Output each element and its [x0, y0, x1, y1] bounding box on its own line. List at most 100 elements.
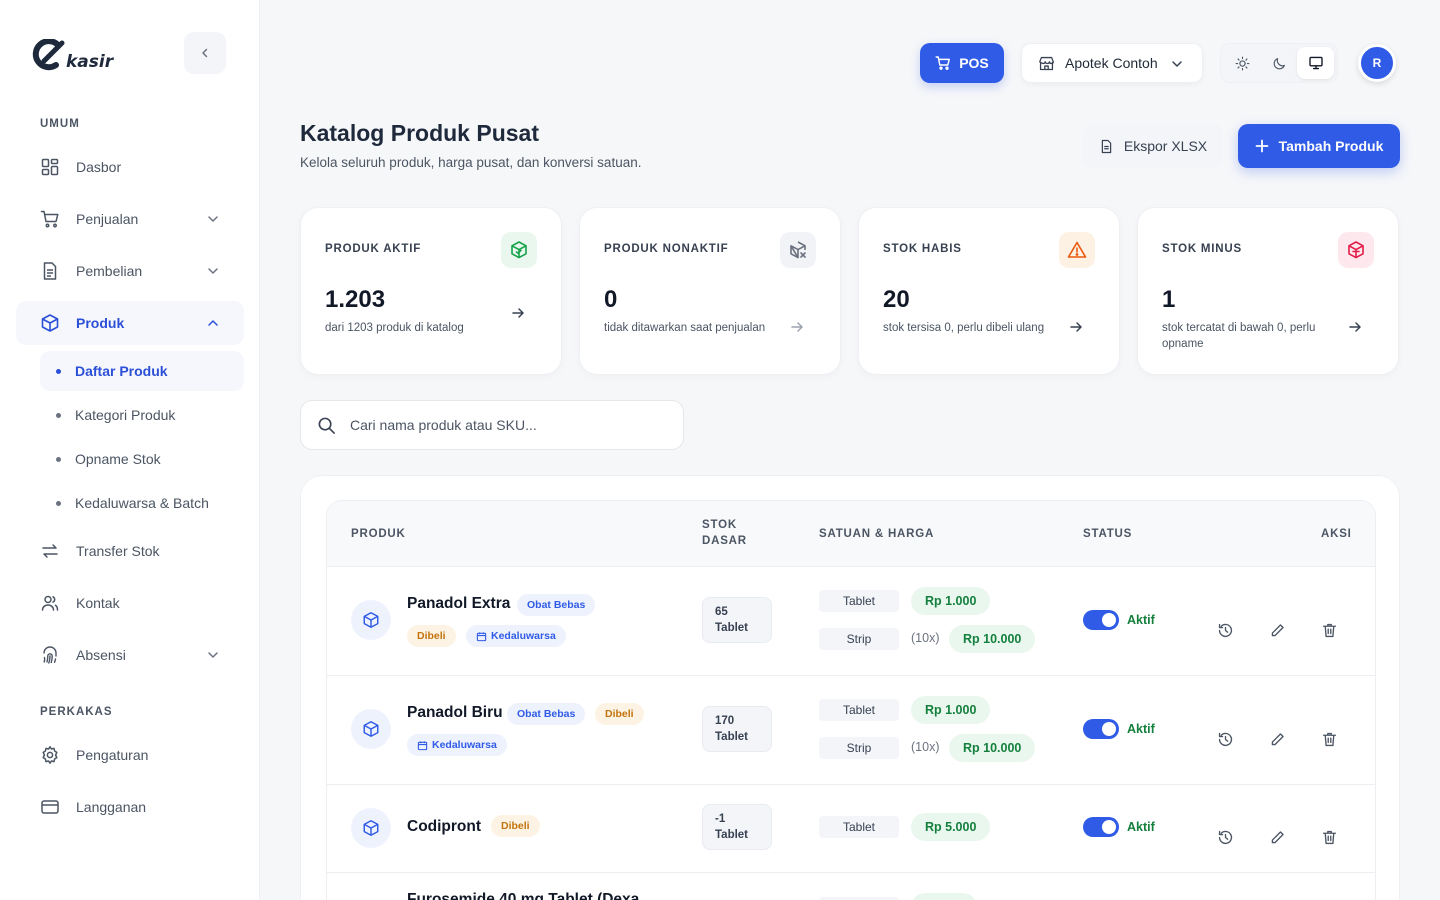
sidebar-item-kontak[interactable]: Kontak [16, 581, 244, 625]
pos-button[interactable]: POS [920, 43, 1004, 83]
status-toggle[interactable] [1083, 719, 1119, 739]
expiry-badge: Kedaluwarsa [466, 625, 566, 647]
page-subtitle: Kelola seluruh produk, harga pusat, dan … [300, 155, 642, 170]
export-xlsx-button[interactable]: Ekspor XLSX [1083, 124, 1223, 168]
user-avatar[interactable]: R [1358, 44, 1396, 82]
trash-icon[interactable] [1319, 729, 1339, 749]
status-toggle[interactable] [1083, 610, 1119, 630]
category-badge: Obat Bebas [507, 703, 586, 725]
status-label: Aktif [1127, 613, 1155, 627]
sidebar-item-dasbor[interactable]: Dasbor [16, 145, 244, 189]
stat-label: STOK HABIS [883, 243, 962, 255]
sidebar-item-penjualan[interactable]: Penjualan [16, 197, 244, 241]
product-name[interactable]: Codipront [407, 818, 481, 836]
sidebar-subitem-kategori-produk[interactable]: Kategori Produk [40, 395, 244, 435]
stat-card-active-products[interactable]: PRODUK AKTIF 1.203 dari 1203 produk di k… [300, 207, 562, 375]
sidebar-item-langganan[interactable]: Langganan [16, 785, 244, 829]
theme-light-button[interactable] [1224, 47, 1261, 79]
conversion-multiplier: (10x) [911, 740, 940, 754]
sidebar-item-pengaturan[interactable]: Pengaturan [16, 733, 244, 777]
dashboard-icon [40, 157, 60, 177]
stat-value: 1 [1162, 286, 1176, 313]
sun-icon [1235, 56, 1250, 70]
sidebar-item-produk[interactable]: Produk [16, 301, 244, 345]
price-badge-partial [911, 893, 977, 900]
search-bar [300, 400, 684, 450]
bullet-icon [56, 412, 61, 418]
sidebar-item-label: Absensi [76, 647, 126, 663]
table-row[interactable]: Codipront Dibeli -1 Tablet Tablet Rp 5.0… [327, 785, 1375, 873]
warning-icon [1059, 232, 1095, 268]
sidebar-subitem-opname-stok[interactable]: Opname Stok [40, 439, 244, 479]
chevron-down-icon [1172, 61, 1182, 67]
sidebar-item-transfer-stok[interactable]: Transfer Stok [16, 529, 244, 573]
column-header-action: AKSI [1321, 528, 1352, 540]
users-icon [40, 593, 60, 613]
stat-label: PRODUK NONAKTIF [604, 243, 729, 255]
sidebar-item-label: Dasbor [76, 159, 122, 175]
expiry-badge: Kedaluwarsa [407, 734, 507, 756]
app-logo[interactable]: kasir [32, 38, 113, 72]
page-title: Katalog Produk Pusat [300, 120, 539, 146]
theme-dark-button[interactable] [1261, 47, 1298, 79]
history-icon[interactable] [1215, 827, 1235, 847]
store-icon [1038, 55, 1055, 72]
stat-card-inactive-products[interactable]: PRODUK NONAKTIF 0 tidak ditawarkan saat … [579, 207, 841, 375]
stat-card-negative-stock[interactable]: STOK MINUS 1 stok tercatat di bawah 0, p… [1137, 207, 1399, 375]
trash-icon[interactable] [1319, 620, 1339, 640]
search-input[interactable] [350, 417, 650, 433]
unit-label: Strip [819, 628, 899, 650]
product-table-card: PRODUK STOK DASAR SATUAN & HARGA STATUS … [300, 475, 1400, 900]
chevron-down-icon [208, 268, 218, 274]
column-header-stock-line1: STOK [702, 519, 737, 531]
history-icon[interactable] [1215, 729, 1235, 749]
moon-icon [1273, 57, 1285, 69]
sidebar-subitem-label: Opname Stok [75, 451, 161, 467]
bullet-icon [56, 368, 61, 374]
conversion-multiplier: (10x) [911, 631, 940, 645]
stock-unit: Tablet [715, 622, 749, 634]
collapse-sidebar-button[interactable] [184, 32, 226, 74]
sidebar-subitem-daftar-produk[interactable]: Daftar Produk [40, 351, 244, 391]
section-label-tools: PERKAKAS [40, 706, 113, 718]
sidebar-subitem-label: Daftar Produk [75, 363, 168, 379]
table-row[interactable]: Panadol Biru Obat Bebas Dibeli Kedaluwar… [327, 676, 1375, 785]
column-header-unit-price: SATUAN & HARGA [819, 528, 935, 540]
edit-icon[interactable] [1267, 827, 1287, 847]
table-row[interactable]: Panadol Extra Obat Bebas Dibeli Kedaluwa… [327, 567, 1375, 676]
store-selector[interactable]: Apotek Contoh [1021, 43, 1203, 83]
product-name[interactable]: Panadol Extra [407, 595, 510, 613]
sidebar-subitem-label: Kedaluwarsa & Batch [75, 495, 209, 511]
logo-text: kasir [66, 52, 114, 72]
theme-system-button[interactable] [1297, 47, 1335, 79]
stock-unit: Tablet [715, 829, 749, 841]
sidebar-item-label: Langganan [76, 799, 147, 815]
sidebar-item-absensi[interactable]: Absensi [16, 633, 244, 677]
price-badge: Rp 10.000 [949, 625, 1036, 653]
trash-icon[interactable] [1319, 827, 1339, 847]
stat-card-out-of-stock[interactable]: STOK HABIS 20 stok tersisa 0, perlu dibe… [858, 207, 1120, 375]
stock-qty: 65 [715, 606, 728, 618]
theme-switcher [1220, 43, 1338, 83]
product-name[interactable]: Furosemide 40 mg Tablet (Dexa [407, 891, 639, 900]
stat-description: tidak ditawarkan saat penjualan [604, 322, 766, 334]
chevron-up-icon [208, 320, 218, 326]
sidebar-item-pembelian[interactable]: Pembelian [16, 249, 244, 293]
card-icon [40, 797, 60, 817]
chevron-left-icon [202, 48, 208, 58]
base-stock: 170 Tablet [702, 706, 772, 752]
product-name[interactable]: Panadol Biru [407, 704, 503, 722]
edit-icon[interactable] [1267, 620, 1287, 640]
section-label-general: UMUM [40, 118, 80, 130]
status-toggle[interactable] [1083, 817, 1119, 837]
calendar-icon [417, 740, 428, 750]
history-icon[interactable] [1215, 620, 1235, 640]
add-product-button[interactable]: Tambah Produk [1238, 124, 1400, 168]
transfer-icon [40, 541, 60, 561]
sidebar-subitem-kedaluwarsa-batch[interactable]: Kedaluwarsa & Batch [40, 483, 244, 523]
calendar-icon [476, 631, 487, 641]
edit-icon[interactable] [1267, 729, 1287, 749]
chevron-down-icon [208, 652, 218, 658]
table-row[interactable]: Furosemide 40 mg Tablet (Dexa [327, 873, 1375, 900]
add-product-label: Tambah Produk [1278, 138, 1384, 154]
